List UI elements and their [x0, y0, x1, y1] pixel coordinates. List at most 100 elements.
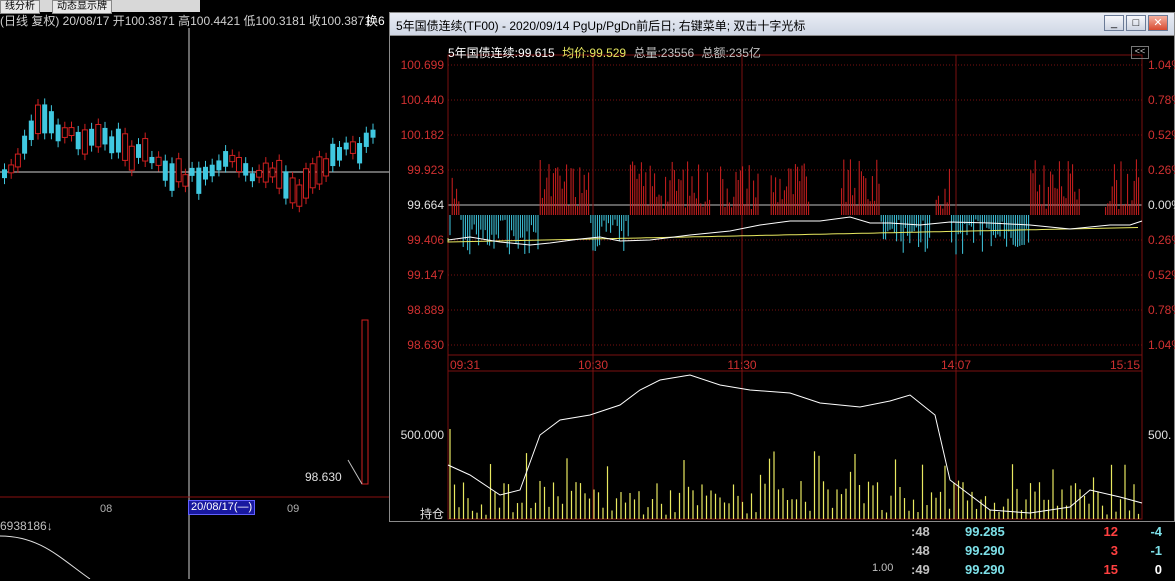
minimize-button[interactable]: _ [1104, 15, 1124, 31]
price-axis-label: 100.182 [401, 128, 445, 142]
quote-info-line: 5年国债连续:99.615 均价:99.529 总量:23556 总额:235亿 [448, 44, 765, 61]
candle-body [136, 144, 141, 158]
total-amount-value: 235亿 [728, 46, 761, 60]
popup-titlebar[interactable]: 5年国债连续(TF00) - 2020/09/14 PgUp/PgDn前后日; … [390, 13, 1174, 36]
tick-price: 99.290 [965, 543, 1005, 558]
background-tab-strip: 线分析 动态显示牌 [0, 0, 200, 14]
price-axis-label: 100.440 [401, 93, 445, 107]
tick-time: :48 [911, 524, 930, 539]
candle-body [316, 156, 323, 185]
candle-body [269, 167, 276, 178]
price-pointer-line [347, 459, 363, 485]
pct-axis-label: 0.52% [1148, 268, 1175, 282]
hold-label: 持仓 [420, 507, 445, 521]
intraday-chart[interactable]: 100.699 1.04% 100.440 0.78% 100.182 0.52% 99.9… [390, 35, 1175, 521]
intraday-popup-window[interactable]: 5年国债连续(TF00) - 2020/09/14 PgUp/PgDn前后日; … [389, 12, 1175, 522]
candle-body [8, 164, 15, 174]
candle-body [216, 160, 222, 171]
candle-body [122, 133, 129, 161]
candle-body [309, 163, 316, 189]
avg-price-label: 均价: [562, 46, 590, 60]
tick-volume: 15 [1103, 562, 1118, 577]
candle-body [89, 128, 95, 146]
maximize-button[interactable]: □ [1126, 15, 1146, 31]
pct-axis-label: 0.26% [1148, 163, 1175, 177]
candle-body [28, 120, 34, 141]
time-axis-label: 10:30 [578, 358, 608, 372]
candle-body [276, 159, 283, 189]
pct-axis-label: 0.78% [1148, 93, 1175, 107]
candle-body [155, 156, 162, 166]
candle-body [337, 147, 342, 161]
price-axis-label: 98.889 [407, 303, 444, 317]
date-label-08: 08 [100, 503, 113, 515]
candle-body [236, 157, 242, 173]
price-axis-label: 99.664 [407, 198, 444, 212]
candle-body [22, 135, 28, 154]
date-label-09: 09 [287, 503, 300, 515]
candle-body [229, 154, 236, 163]
volume-pane-border [447, 370, 1143, 520]
candle-body [142, 138, 149, 162]
tick-row: :49 99.290 15 0 [905, 562, 1170, 581]
tick-price: 99.285 [965, 524, 1005, 539]
candle-body [223, 151, 229, 167]
candle-body [289, 177, 296, 204]
indicator-value: 6938186↓ [0, 519, 53, 533]
candle-body [361, 319, 369, 485]
daily-kline-chart[interactable] [0, 28, 390, 579]
pct-axis-label: 1.04% [1148, 338, 1175, 352]
collapse-button[interactable]: << [1131, 46, 1149, 59]
candle-body [283, 171, 289, 199]
contract-name: 5年国债连续: [448, 46, 519, 60]
candle-body [149, 156, 155, 164]
pct-axis-label: 0.00% [1148, 198, 1175, 212]
candle-body [330, 143, 336, 167]
tick-time: :48 [911, 543, 930, 558]
candle-body [61, 127, 68, 138]
volume-axis-label-right: 500. [1148, 428, 1171, 442]
candle-body [323, 158, 330, 177]
price-axis-label: 99.923 [407, 163, 444, 177]
tick-change: -4 [1150, 524, 1162, 539]
daily-ohlc-text: (日线 复权) 20/08/17 开100.3871 高100.4421 低10… [0, 14, 371, 28]
candle-body [75, 131, 81, 150]
candle-body [175, 158, 182, 183]
candle-body [203, 166, 208, 180]
low-price-label: 98.630 [305, 470, 342, 484]
candle-body [370, 129, 376, 138]
total-amount-label: 总额: [701, 46, 729, 60]
candle-body [162, 160, 168, 181]
pct-axis-label: 0.26% [1148, 233, 1175, 247]
close-button[interactable]: ✕ [1148, 15, 1168, 31]
tick-price: 99.290 [965, 562, 1005, 577]
time-axis-label: 11:30 [727, 358, 756, 372]
tick-change: -1 [1150, 543, 1162, 558]
candle-body [209, 164, 215, 177]
candle-body [42, 104, 48, 134]
candle-body [55, 124, 61, 142]
pct-axis-label: 0.78% [1148, 303, 1175, 317]
scale-value: 1.00 [872, 562, 894, 574]
pct-axis-label: 1.04% [1148, 58, 1175, 72]
price-axis-label: 100.699 [401, 58, 445, 72]
candle-body [48, 111, 54, 134]
candle-body [196, 167, 202, 194]
popup-title: 5年国债连续(TF00) - 2020/09/14 PgUp/PgDn前后日; … [396, 19, 806, 33]
candle-body [363, 132, 369, 147]
candle-body [68, 127, 75, 137]
candle-body [169, 163, 175, 191]
candle-body [189, 167, 195, 176]
candle-body [296, 184, 303, 207]
candle-body [262, 162, 269, 183]
candle-body [128, 145, 135, 171]
price-axis-label: 99.406 [407, 233, 444, 247]
price-axis-label: 99.147 [407, 268, 444, 282]
cursor-date-label: 20/08/17(—) [188, 500, 256, 515]
tick-volume: 3 [1110, 543, 1118, 558]
candle-body [115, 128, 121, 153]
candle-body [256, 169, 263, 178]
candle-body [102, 127, 108, 145]
candle-body [249, 173, 255, 182]
indicator-curve [0, 535, 91, 579]
